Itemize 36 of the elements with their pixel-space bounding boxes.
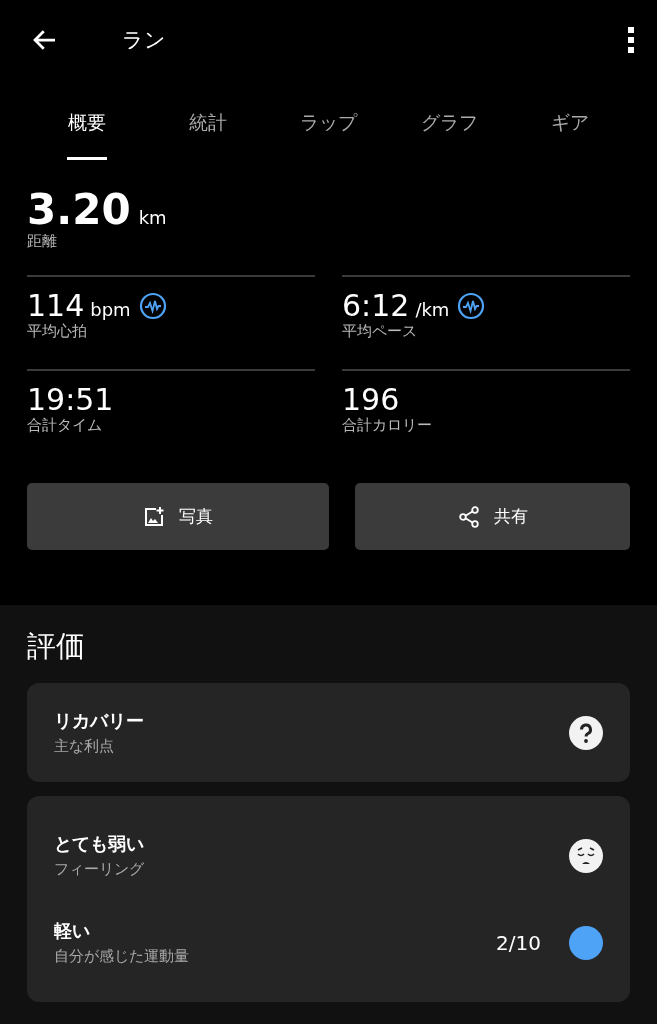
stat-value: 19:51	[27, 383, 114, 417]
distance-unit: km	[138, 207, 167, 228]
photo-button[interactable]: 写真	[27, 483, 329, 551]
stat-unit: bpm	[90, 299, 131, 321]
share-icon	[457, 505, 480, 528]
rating-label: フィーリング	[54, 860, 144, 879]
rating-label: 自分が感じた運動量	[54, 947, 189, 966]
add-photo-icon	[143, 505, 165, 528]
rating-label: 主な利点	[54, 737, 115, 756]
pulse-icon[interactable]	[457, 291, 486, 320]
rating-reading: 2/10	[496, 930, 541, 955]
stat-label: 平均ペース	[342, 322, 418, 342]
rating-title: リカバリー	[54, 709, 144, 733]
share-button[interactable]: 共有	[355, 483, 630, 551]
help-icon[interactable]	[569, 715, 603, 750]
tab[interactable]: ギア	[509, 96, 630, 160]
stat-label: 合計カロリー	[342, 416, 433, 436]
tab[interactable]: 統計	[147, 96, 269, 160]
sad-face-icon[interactable]	[569, 838, 603, 873]
tab[interactable]: ラップ	[268, 96, 389, 160]
stat-value: 6:12	[342, 289, 410, 323]
distance-value: 3.20	[27, 188, 131, 233]
rating-title: とても弱い	[54, 832, 144, 856]
stat-label: 合計タイム	[27, 416, 103, 436]
stat-label: 平均心拍	[27, 322, 88, 342]
pulse-icon[interactable]	[138, 291, 167, 320]
stat-unit: /km	[415, 299, 450, 321]
screen-title: ラン	[122, 27, 167, 54]
rating-title: 軽い	[54, 919, 91, 943]
distance-label: 距離	[27, 232, 58, 252]
section-title: 評価	[27, 628, 86, 665]
stat-value: 196	[342, 383, 400, 417]
tab[interactable]: グラフ	[388, 96, 510, 160]
more-menu-button[interactable]	[627, 25, 635, 55]
tab[interactable]: 概要	[27, 96, 148, 160]
stat-value: 114	[27, 289, 85, 323]
